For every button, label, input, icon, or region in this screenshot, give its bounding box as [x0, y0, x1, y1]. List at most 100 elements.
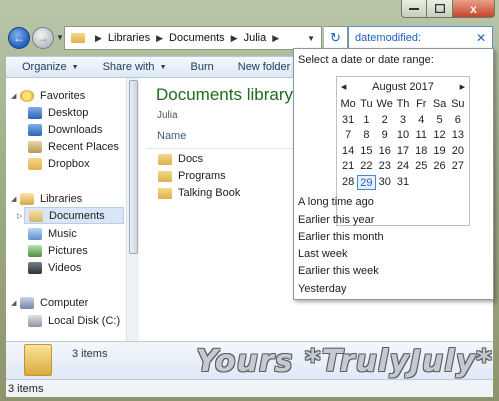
list-item[interactable]: Docs — [158, 151, 203, 167]
expanded-triangle-icon[interactable]: ◢ — [11, 195, 16, 203]
calendar-day — [430, 175, 448, 191]
caption-buttons: x — [401, 0, 495, 18]
nav-videos[interactable]: Videos — [28, 259, 81, 276]
expanded-triangle-icon[interactable]: ◢ — [11, 92, 16, 100]
organize-label: Organize — [22, 61, 67, 73]
new-folder-button[interactable]: New folder — [238, 61, 291, 73]
calendar-day[interactable]: 5 — [430, 113, 448, 129]
calendar-day[interactable]: 21 — [339, 159, 357, 175]
calendar-day[interactable]: 31 — [339, 113, 357, 129]
chevron-right-icon[interactable]: ▶ — [272, 33, 279, 44]
calendar-day[interactable]: 14 — [339, 144, 357, 160]
range-long-ago[interactable]: A long time ago — [298, 196, 374, 208]
downloads-icon — [28, 123, 42, 136]
nav-pictures[interactable]: Pictures — [28, 242, 88, 259]
calendar-day[interactable]: 1 — [357, 113, 375, 129]
calendar-day[interactable]: 7 — [339, 128, 357, 144]
address-bar[interactable]: ▶ Libraries ▶ Documents ▶ Julia ▶ ▼ — [64, 26, 322, 50]
calendar-day[interactable]: 20 — [449, 144, 467, 160]
calendar-day[interactable]: 25 — [412, 159, 430, 175]
range-earlier-this-week[interactable]: Earlier this week — [298, 265, 379, 277]
pictures-icon — [28, 244, 42, 257]
next-month-icon[interactable]: ▶ — [460, 83, 465, 91]
calendar-month[interactable]: August 2017 — [372, 81, 434, 93]
range-earlier-this-year[interactable]: Earlier this year — [298, 214, 374, 226]
close-button[interactable]: x — [453, 0, 495, 18]
nav-recent-places[interactable]: Recent Places — [28, 138, 119, 155]
calendar-day[interactable]: 4 — [412, 113, 430, 129]
maximize-button[interactable] — [427, 0, 453, 18]
calendar-day[interactable]: 19 — [430, 144, 448, 160]
calendar-day[interactable]: 29 — [357, 174, 376, 190]
refresh-button[interactable]: ↻ — [324, 26, 348, 50]
nav-desktop[interactable]: Desktop — [28, 104, 88, 121]
details-pane: 3 items Yours *TrulyJuly* — [6, 341, 493, 379]
calendar-day[interactable]: 11 — [412, 128, 430, 144]
calendar-day[interactable]: 3 — [394, 113, 412, 129]
breadcrumb-julia[interactable]: Julia — [244, 32, 267, 44]
search-input[interactable]: datemodified: ✕ — [348, 26, 493, 50]
breadcrumb-libraries[interactable]: Libraries — [108, 32, 150, 44]
documents-icon — [29, 209, 43, 222]
calendar-day[interactable]: 31 — [394, 175, 412, 191]
organize-button[interactable]: Organize ▼ — [22, 61, 79, 73]
calendar-day[interactable]: 6 — [449, 113, 467, 129]
nav-libraries[interactable]: ◢ Libraries — [11, 190, 83, 207]
calendar-day[interactable]: 2 — [376, 113, 394, 129]
calendar-day[interactable]: 22 — [357, 159, 375, 175]
nav-music[interactable]: Music — [28, 225, 77, 242]
minimize-button[interactable] — [401, 0, 427, 18]
list-item[interactable]: Programs — [158, 168, 226, 184]
expanded-triangle-icon[interactable]: ◢ — [11, 299, 16, 307]
share-with-button[interactable]: Share with ▼ — [103, 61, 167, 73]
calendar-weekday-row: Mo Tu We Th Fr Sa Su — [339, 97, 467, 113]
calendar-day[interactable]: 9 — [376, 128, 394, 144]
videos-icon — [28, 261, 42, 274]
previous-month-icon[interactable]: ◀ — [341, 83, 346, 91]
range-yesterday[interactable]: Yesterday — [298, 283, 347, 295]
nav-computer[interactable]: ◢ Computer — [11, 294, 88, 311]
calendar-day[interactable]: 8 — [357, 128, 375, 144]
breadcrumb-documents[interactable]: Documents — [169, 32, 225, 44]
desktop-icon — [28, 106, 42, 119]
list-item[interactable]: Talking Book — [158, 185, 240, 201]
calendar-day[interactable]: 28 — [339, 175, 357, 191]
clear-search-icon[interactable]: ✕ — [476, 31, 486, 45]
chevron-right-icon[interactable]: ▶ — [231, 33, 238, 44]
disk-drive-icon — [28, 314, 42, 327]
calendar-day[interactable]: 24 — [394, 159, 412, 175]
nav-libraries-label: Libraries — [40, 192, 83, 205]
collapsed-triangle-icon[interactable]: ▷ — [17, 212, 22, 220]
back-button[interactable]: ← — [8, 27, 30, 49]
range-earlier-this-month[interactable]: Earlier this month — [298, 231, 384, 243]
nav-documents[interactable]: ▷ Documents — [17, 207, 124, 224]
range-last-week[interactable]: Last week — [298, 248, 348, 260]
nav-scrollbar-thumb[interactable] — [129, 80, 138, 254]
calendar-day[interactable]: 10 — [394, 128, 412, 144]
recent-pages-dropdown[interactable]: ▼ — [56, 33, 64, 42]
burn-button[interactable]: Burn — [191, 61, 214, 73]
date-picker-prompt: Select a date or date range: — [298, 54, 434, 66]
forward-button[interactable]: → — [32, 27, 54, 49]
weekday-label: We — [376, 98, 393, 110]
calendar-day[interactable]: 13 — [449, 128, 467, 144]
refresh-icon: ↻ — [330, 30, 341, 45]
address-dropdown-icon[interactable]: ▼ — [307, 34, 315, 43]
nav-downloads[interactable]: Downloads — [28, 121, 102, 138]
calendar-day[interactable]: 16 — [376, 144, 394, 160]
column-header-name[interactable]: Name — [157, 130, 186, 142]
calendar-day[interactable]: 17 — [394, 144, 412, 160]
calendar-week-row: 7 8 9 10 11 12 13 — [339, 128, 467, 144]
calendar-day[interactable]: 30 — [376, 175, 394, 191]
nav-local-disk[interactable]: Local Disk (C:) — [28, 312, 120, 329]
nav-scrollbar[interactable] — [126, 78, 139, 341]
calendar-day[interactable]: 15 — [357, 144, 375, 160]
calendar-day[interactable]: 18 — [412, 144, 430, 160]
nav-dropbox[interactable]: Dropbox — [28, 155, 90, 172]
calendar-day[interactable]: 23 — [376, 159, 394, 175]
calendar-day[interactable]: 27 — [449, 159, 467, 175]
nav-favorites[interactable]: ◢ Favorites — [11, 87, 85, 104]
chevron-right-icon[interactable]: ▶ — [156, 33, 163, 44]
calendar-day[interactable]: 12 — [430, 128, 448, 144]
calendar-day[interactable]: 26 — [430, 159, 448, 175]
